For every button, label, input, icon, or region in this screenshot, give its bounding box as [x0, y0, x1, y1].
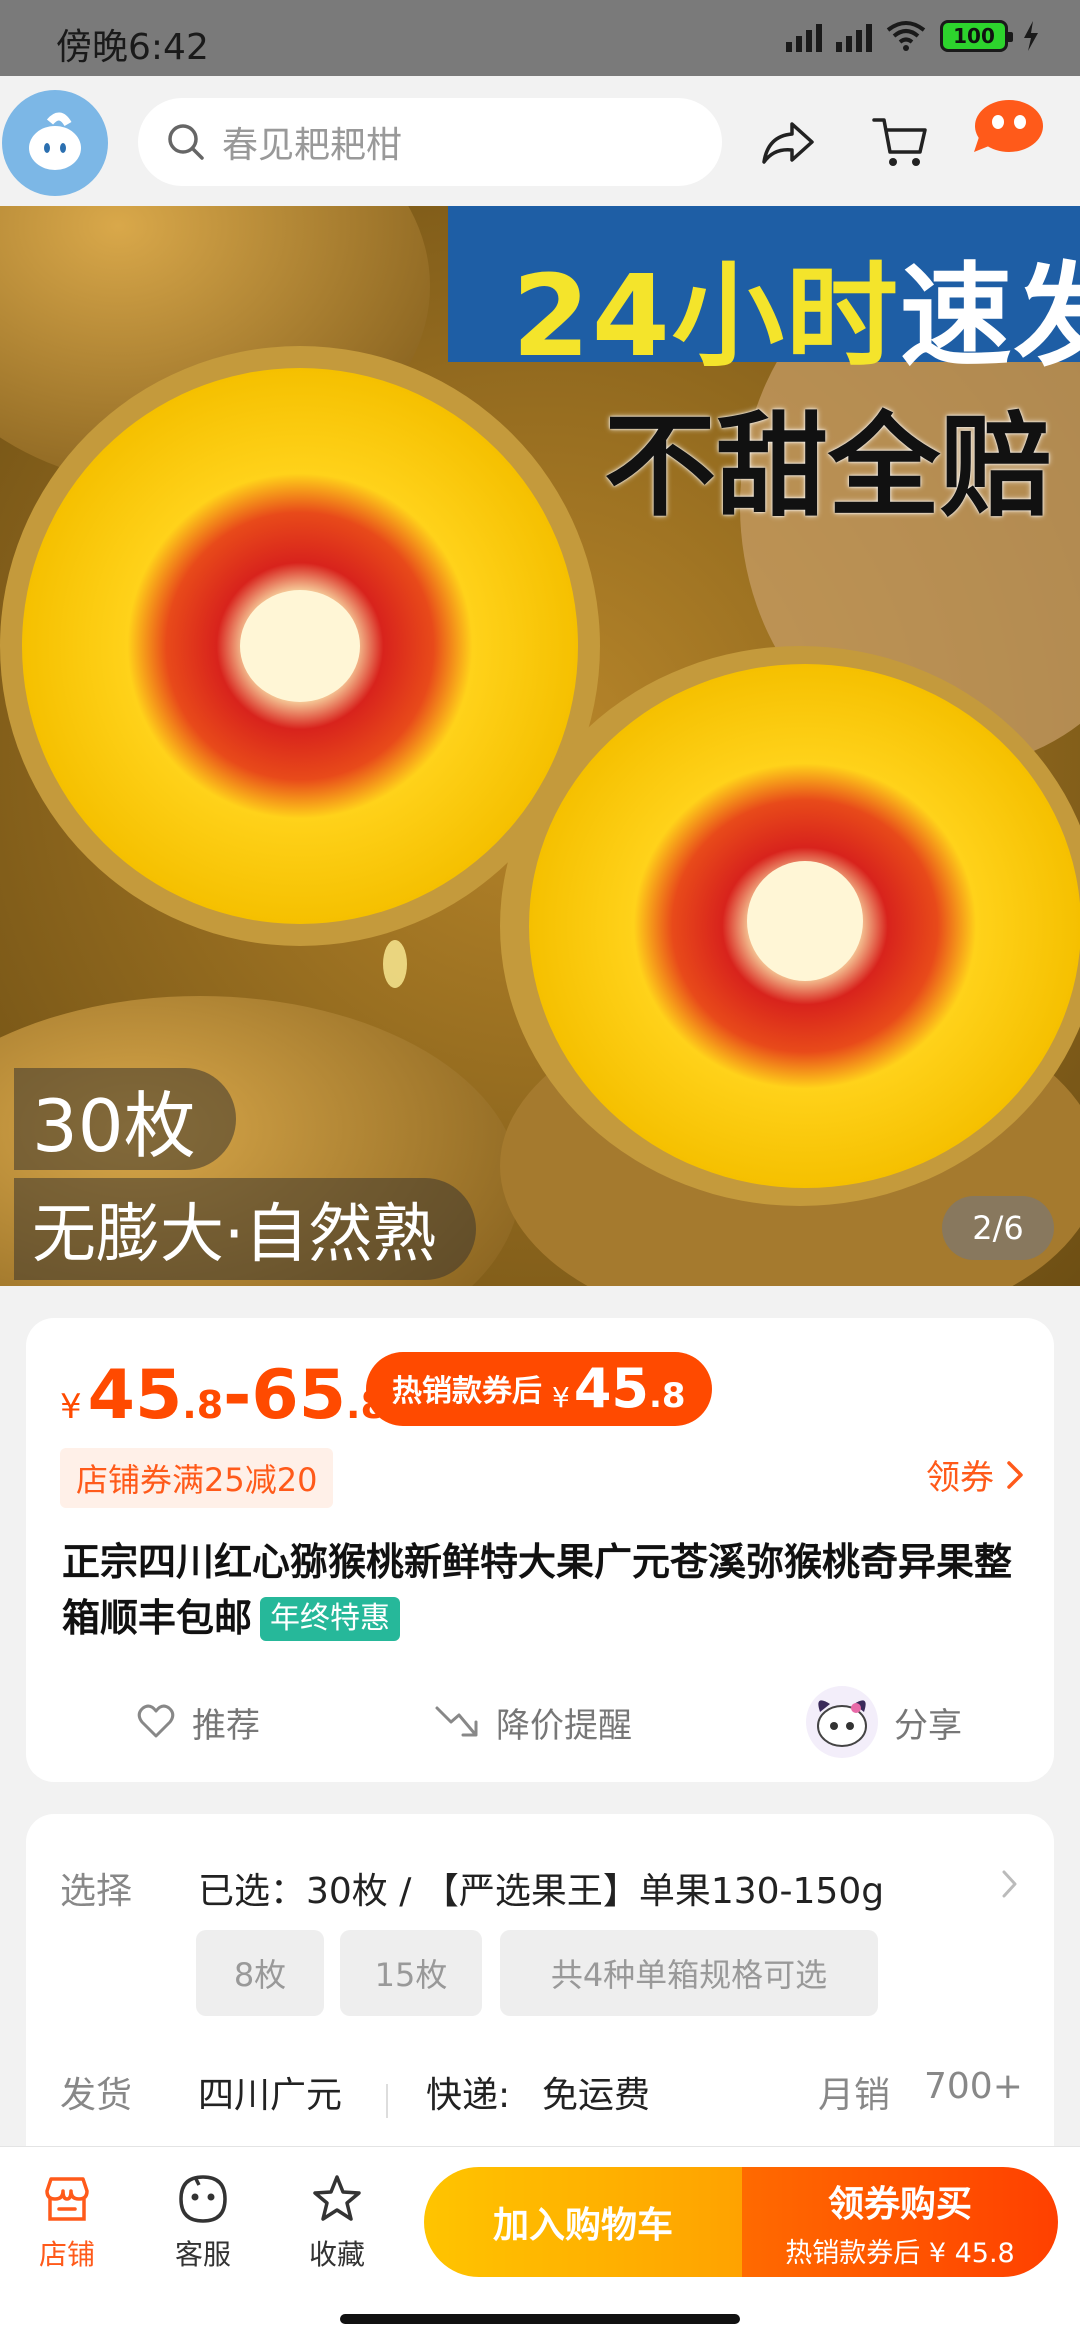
- store-icon: [45, 2177, 89, 2221]
- status-bar: 傍晚6:42 100: [0, 0, 1080, 76]
- price-drop-alert-button[interactable]: 降价提醒: [434, 1682, 632, 1762]
- price-card: ¥ 45 .8 - 65 .8 热销款券后 ¥ 45 .8 店铺券满25减20 …: [26, 1318, 1054, 1782]
- store-coupon-tag[interactable]: 店铺券满25减20: [60, 1448, 334, 1508]
- avatar: [806, 1686, 878, 1758]
- search-placeholder: 春见耙耙柑: [222, 125, 403, 166]
- tab-store[interactable]: 店铺: [22, 2171, 112, 2273]
- share-product-button[interactable]: 分享: [806, 1682, 962, 1762]
- home-indicator[interactable]: [340, 2314, 740, 2324]
- battery-icon: 100: [940, 20, 1013, 52]
- spec-chip-8[interactable]: 8枚: [196, 1930, 324, 2016]
- status-icons: 100: [786, 20, 1040, 52]
- product-title: 正宗四川红心猕猴桃新鲜特大果广元苍溪弥猴桃奇异果整箱顺丰包邮 年终特惠: [62, 1540, 1013, 1641]
- feature-pill: 无膨大·自然熟: [14, 1178, 477, 1280]
- chevron-right-icon: [1007, 1460, 1023, 1489]
- tab-favorite[interactable]: 收藏: [292, 2171, 382, 2273]
- status-time: 傍晚6:42: [56, 27, 209, 68]
- sales-value: 700+: [924, 2066, 1023, 2107]
- chevron-right-icon: [1002, 1870, 1017, 1898]
- message-icon[interactable]: [972, 96, 1046, 156]
- search-bar[interactable]: 春见耙耙柑: [138, 98, 722, 186]
- spec-chip-more[interactable]: 共4种单箱规格可选: [500, 1930, 878, 2016]
- spec-chip-15[interactable]: 15枚: [340, 1930, 482, 2016]
- recommend-button[interactable]: 推荐: [136, 1682, 260, 1762]
- chat-bot-icon: [179, 2175, 227, 2223]
- get-coupon-link[interactable]: 领券: [926, 1450, 1024, 1499]
- cart-icon[interactable]: [870, 112, 930, 172]
- promo-banner-fast-shipping: 24小时速发: [512, 252, 1080, 382]
- signal-icon-2: [836, 20, 872, 52]
- express-label: 快递:: [426, 2075, 511, 2116]
- charging-icon: [1024, 21, 1038, 51]
- coupon-price-badge: 热销款券后 ¥ 45 .8: [366, 1352, 712, 1426]
- share-icon[interactable]: [758, 112, 818, 172]
- get-coupon-label: 领券: [926, 1458, 994, 1498]
- carousel-page-indicator: 2/6: [942, 1196, 1054, 1260]
- tab-customer-service[interactable]: 客服: [158, 2171, 248, 2273]
- selected-spec[interactable]: 已选：30枚 / 【严选果王】单果130-150g: [198, 1862, 884, 1914]
- express-value: 免运费: [542, 2075, 651, 2116]
- ship-origin: 四川广元: [198, 2075, 343, 2116]
- count-pill: 30枚: [14, 1068, 236, 1170]
- signal-icon: [786, 20, 822, 52]
- search-icon: [168, 124, 204, 160]
- promo-banner-guarantee: 不甜全赔: [604, 402, 1052, 532]
- product-image-carousel[interactable]: 24小时速发 不甜全赔 30枚 无膨大·自然熟 2/6: [0, 206, 1080, 1286]
- ship-label: 发货: [60, 2075, 133, 2116]
- trend-down-icon: [435, 1706, 478, 1737]
- price-range: ¥ 45 .8 - 65 .8: [60, 1356, 387, 1435]
- wifi-icon: [886, 21, 926, 51]
- select-label: 选择: [60, 1871, 133, 1912]
- promo-tag: 年终特惠: [260, 1597, 401, 1641]
- sales-label: 月销: [818, 2075, 891, 2116]
- star-icon: [313, 2175, 361, 2221]
- product-actions: 推荐 降价提醒 分享: [26, 1682, 1054, 1762]
- gesture-bar: [0, 2294, 1080, 2340]
- bottom-action-bar: 店铺 客服 收藏 加入购物车 领券购买 热销款券后 ¥ 45.8: [0, 2146, 1080, 2294]
- add-to-cart-button[interactable]: 加入购物车: [424, 2167, 742, 2277]
- divider: [386, 2084, 388, 2118]
- app-logo-icon[interactable]: [2, 90, 108, 196]
- top-nav: 春见耙耙柑: [0, 76, 1080, 206]
- heart-icon: [137, 1704, 175, 1738]
- buy-with-coupon-button[interactable]: 领券购买 热销款券后 ¥ 45.8: [742, 2167, 1058, 2277]
- app-root: 傍晚6:42 100 春见耙耙柑 24小时速发 不甜全赔 30枚 无膨大·自然熟…: [0, 0, 1080, 2340]
